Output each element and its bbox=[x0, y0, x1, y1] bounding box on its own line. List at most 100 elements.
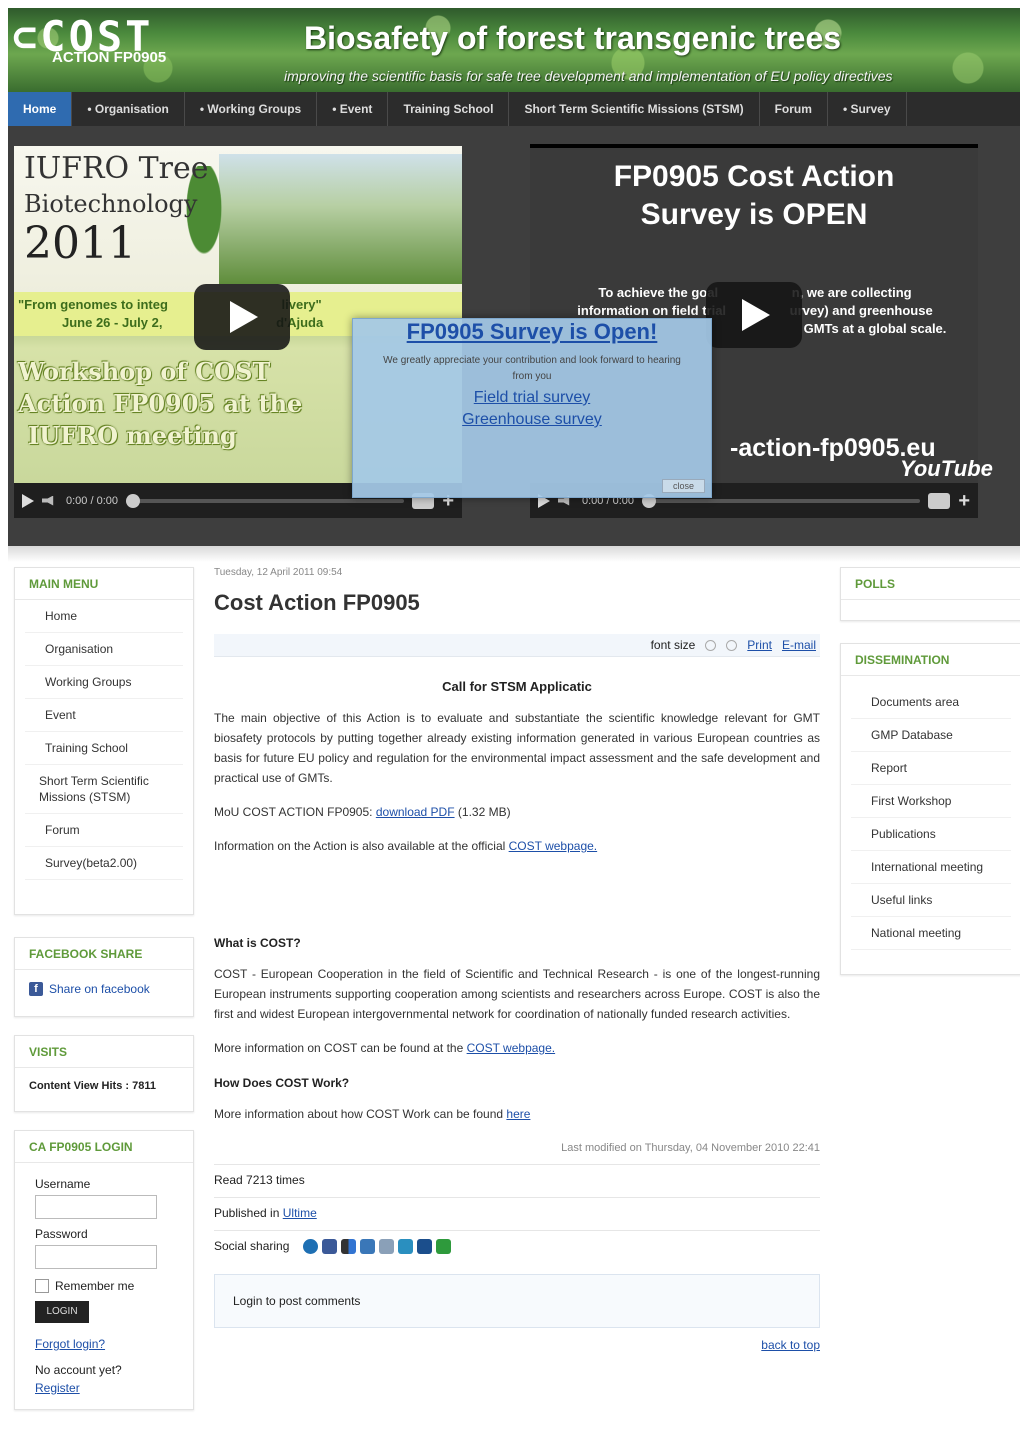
dissem-national-meeting[interactable]: National meeting bbox=[851, 917, 1011, 950]
volume-icon[interactable] bbox=[42, 495, 54, 506]
main-menu-title: MAIN MENU bbox=[15, 568, 193, 600]
how-prefix: More information about how COST Work can… bbox=[214, 1107, 504, 1121]
download-pdf-link[interactable]: download PDF bbox=[376, 805, 455, 819]
workshop-line2: Action FP0905 at the bbox=[18, 389, 303, 418]
login-box: CA FP0905 LOGIN Username Password Rememb… bbox=[14, 1130, 194, 1410]
password-label: Password bbox=[35, 1227, 88, 1241]
survey-body3: GMTs at a global scale. bbox=[803, 321, 947, 336]
here-link[interactable]: here bbox=[506, 1107, 530, 1121]
nav-survey[interactable]: • Survey bbox=[828, 92, 907, 126]
menu-item-event[interactable]: Event bbox=[25, 699, 183, 732]
objective-paragraph: The main objective of this Action is to … bbox=[214, 711, 820, 785]
video-time: 0:00 / 0:00 bbox=[66, 494, 118, 507]
more-share-icon[interactable] bbox=[435, 1239, 451, 1255]
menu-item-organisation[interactable]: Organisation bbox=[25, 633, 183, 666]
how-line: More information about how COST Work can… bbox=[214, 1104, 820, 1124]
remember-me-checkbox[interactable] bbox=[35, 1279, 49, 1293]
login-to-comment-box[interactable]: Login to post comments bbox=[214, 1274, 820, 1329]
register-link[interactable]: Register bbox=[35, 1381, 193, 1395]
cost-description: COST - European Cooperation in the field… bbox=[214, 967, 820, 1021]
polls-box: POLLS bbox=[840, 567, 1020, 621]
seek-knob[interactable] bbox=[126, 493, 140, 508]
iufro-title-line1: IUFRO Tree bbox=[24, 151, 209, 186]
article-title: Cost Action FP0905 bbox=[214, 590, 420, 615]
nav-stsm[interactable]: Short Term Scientific Missions (STSM) bbox=[509, 92, 760, 126]
popup-close-button[interactable]: close bbox=[661, 479, 705, 493]
forgot-login-link[interactable]: Forgot login? bbox=[35, 1337, 193, 1351]
youtube-logo[interactable]: YouTube bbox=[900, 456, 993, 482]
nav-training-school[interactable]: Training School bbox=[388, 92, 510, 126]
survey-headline: FP0905 Cost Action Survey is OPEN bbox=[530, 158, 978, 234]
workshop-text: Workshop of COST Action FP0905 at the IU… bbox=[18, 356, 302, 452]
seek-bar[interactable] bbox=[126, 493, 405, 508]
print-share-icon[interactable] bbox=[378, 1239, 394, 1255]
back-to-top-link[interactable]: back to top bbox=[761, 1338, 820, 1352]
username-field[interactable] bbox=[35, 1195, 157, 1219]
workshop-line1: Workshop of COST bbox=[18, 357, 271, 386]
print-link[interactable]: Print bbox=[747, 638, 772, 652]
seek-bar[interactable] bbox=[642, 493, 921, 508]
password-field[interactable] bbox=[35, 1245, 157, 1269]
myspace-share-icon[interactable] bbox=[416, 1239, 432, 1255]
comment-share-icon[interactable] bbox=[302, 1239, 318, 1255]
login-button[interactable]: LOGIN bbox=[35, 1301, 89, 1323]
nav-organisation[interactable]: • Organisation bbox=[72, 92, 185, 126]
menu-item-forum[interactable]: Forum bbox=[25, 814, 183, 847]
fullscreen-icon[interactable] bbox=[928, 492, 951, 509]
username-label: Username bbox=[35, 1177, 91, 1191]
play-icon[interactable] bbox=[22, 493, 34, 508]
iufro-year: 2011 bbox=[24, 218, 136, 269]
plus-icon[interactable]: + bbox=[958, 491, 970, 511]
mou-line: MoU COST ACTION FP0905: download PDF (1.… bbox=[214, 802, 820, 822]
font-increase-icon[interactable] bbox=[726, 639, 738, 651]
play-button-overlay-survey[interactable] bbox=[706, 282, 802, 348]
facebook-icon[interactable]: f bbox=[29, 982, 43, 996]
menu-item-working-groups[interactable]: Working Groups bbox=[25, 666, 183, 699]
band-shadow bbox=[8, 546, 1020, 562]
main-menu: MAIN MENU Home Organisation Working Grou… bbox=[14, 567, 194, 915]
survey-headline-line2: Survey is OPEN bbox=[640, 198, 868, 231]
nav-forum[interactable]: Forum bbox=[760, 92, 828, 126]
last-modified: Last modified on Thursday, 04 November 2… bbox=[561, 1142, 820, 1154]
cost-webpage-link-2[interactable]: COST webpage. bbox=[467, 1041, 556, 1055]
iufro-title-line2: Biotechnology bbox=[24, 190, 198, 218]
cost-webpage-link[interactable]: COST webpage. bbox=[509, 839, 598, 853]
popup-text: We greatly appreciate your contribution … bbox=[383, 355, 681, 382]
menu-item-stsm[interactable]: Short Term Scientific Missions (STSM) bbox=[25, 765, 183, 814]
ultime-link[interactable]: Ultime bbox=[283, 1206, 317, 1220]
menu-item-survey[interactable]: Survey(beta2.00) bbox=[25, 847, 183, 880]
quote-line1: "From genomes to integ bbox=[18, 297, 168, 312]
popup-title-link[interactable]: FP0905 Survey is Open! bbox=[407, 319, 658, 344]
info-prefix: Information on the Action is also availa… bbox=[214, 839, 506, 853]
dissem-report[interactable]: Report bbox=[851, 752, 1011, 785]
dissem-gmp-database[interactable]: GMP Database bbox=[851, 719, 1011, 752]
delicious-share-icon[interactable] bbox=[340, 1239, 356, 1255]
field-trial-survey-link[interactable]: Field trial survey bbox=[353, 389, 711, 407]
nav-working-groups[interactable]: • Working Groups bbox=[185, 92, 318, 126]
survey-body-right: n, we are collecting bbox=[791, 285, 912, 300]
digg-share-icon[interactable] bbox=[359, 1239, 375, 1255]
dissem-international-meeting[interactable]: International meeting bbox=[851, 851, 1011, 884]
no-account-text: No account yet? bbox=[35, 1363, 122, 1377]
share-on-facebook-link[interactable]: Share on facebook bbox=[49, 982, 150, 996]
dissemination-title: DISSEMINATION bbox=[841, 644, 1020, 676]
video-top-bar bbox=[530, 144, 978, 148]
linkedin-share-icon[interactable] bbox=[397, 1239, 413, 1255]
dissem-first-workshop[interactable]: First Workshop bbox=[851, 785, 1011, 818]
facebook-share-icon[interactable] bbox=[321, 1239, 337, 1255]
more-prefix: More information on COST can be found at… bbox=[214, 1041, 464, 1055]
email-link[interactable]: E-mail bbox=[782, 638, 816, 652]
dissem-publications[interactable]: Publications bbox=[851, 818, 1011, 851]
call-heading: Call for STSM Applicatic bbox=[442, 679, 592, 694]
play-button-overlay[interactable] bbox=[194, 284, 290, 350]
menu-item-training-school[interactable]: Training School bbox=[25, 732, 183, 765]
field-photo bbox=[219, 154, 462, 284]
main-content: Tuesday, 12 April 2011 09:54 Cost Action… bbox=[214, 567, 820, 1352]
menu-item-home[interactable]: Home bbox=[25, 600, 183, 633]
nav-home[interactable]: Home bbox=[8, 92, 73, 126]
nav-event[interactable]: • Event bbox=[317, 92, 389, 126]
dissem-documents-area[interactable]: Documents area bbox=[851, 686, 1011, 719]
greenhouse-survey-link[interactable]: Greenhouse survey bbox=[353, 411, 711, 429]
dissem-useful-links[interactable]: Useful links bbox=[851, 884, 1011, 917]
font-decrease-icon[interactable] bbox=[705, 639, 717, 651]
